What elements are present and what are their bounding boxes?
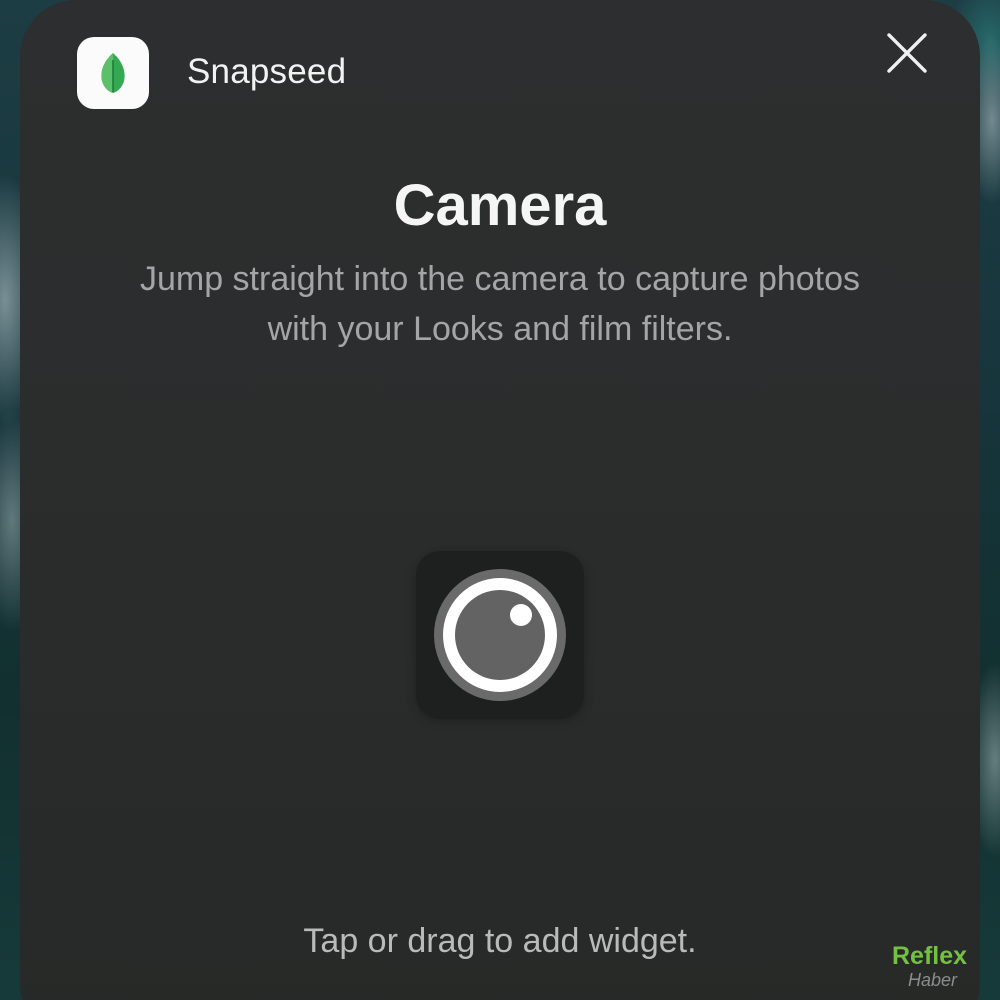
close-button[interactable] bbox=[878, 24, 936, 82]
camera-widget-preview[interactable] bbox=[416, 551, 584, 719]
snapseed-leaf-icon bbox=[77, 37, 149, 109]
widget-title: Camera bbox=[393, 173, 607, 238]
add-widget-hint: Tap or drag to add widget. bbox=[303, 922, 697, 960]
watermark-sub: Haber bbox=[908, 970, 958, 990]
watermark-logo: Reflex Haber bbox=[892, 942, 992, 998]
close-icon bbox=[887, 33, 927, 73]
widget-description-line: Jump straight into the camera to capture… bbox=[139, 260, 861, 298]
watermark-brand: Reflex bbox=[892, 942, 968, 970]
camera-lens-icon bbox=[434, 569, 566, 701]
widget-description: Jump straight into the camera to capture… bbox=[60, 254, 940, 354]
widget-description-line: with your Looks and film filters. bbox=[267, 310, 733, 348]
widget-gallery-sheet bbox=[20, 0, 980, 1000]
app-name: Snapseed bbox=[187, 52, 347, 91]
